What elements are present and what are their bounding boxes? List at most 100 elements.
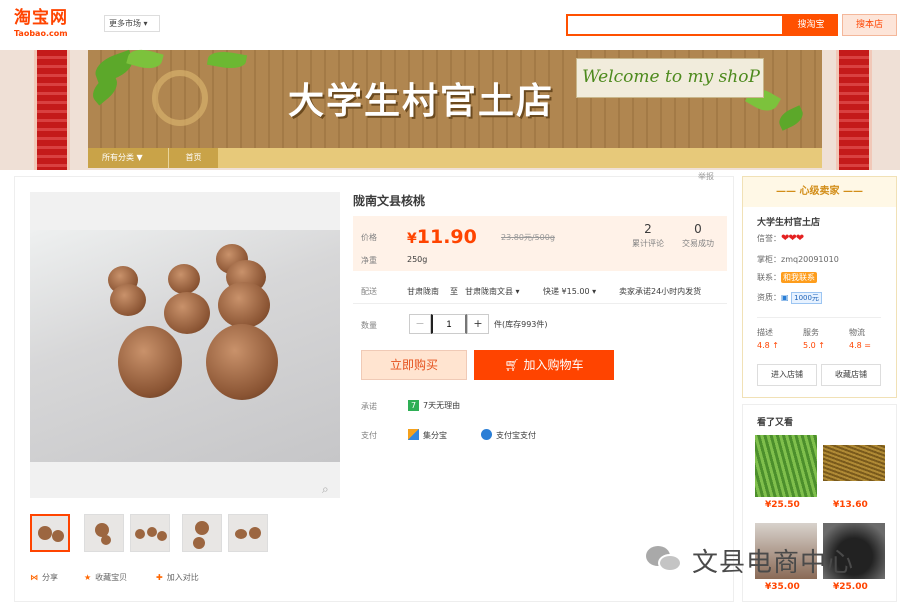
share-icon: ⋈ [30,573,38,582]
share-label: 分享 [42,573,58,582]
nav-home[interactable]: 首页 [168,148,218,168]
shop-name[interactable]: 大学生村官土店 [757,215,820,228]
product-title: 陇南文县核桃 [353,194,426,208]
also-viewed-item-image[interactable] [755,435,817,497]
thumbnail-4[interactable] [182,514,222,552]
watermark: 文县电商中心 [636,540,876,580]
alipay-icon [481,429,492,440]
owner-name: zmq20091010 [781,255,839,264]
id-card-icon: ▣ [781,293,792,302]
star-icon: ★ [84,573,92,582]
owner-label: 掌柜： [757,255,781,264]
quantity-input[interactable] [431,314,467,334]
also-viewed-price[interactable]: ¥25.00 [833,582,868,592]
dsr-value: 5.0 ↑ [803,341,825,350]
welcome-sign: Welcome to my shoP [576,58,764,98]
thumbnail-1[interactable] [30,514,70,552]
price-label: 价格 [361,233,377,242]
credit-label: 信誉： [757,234,781,243]
weight-value: 250g [407,255,428,264]
sales-count: 0 [694,222,702,236]
swirl-decor [152,70,208,126]
share-button[interactable]: ⋈ 分享 [30,572,58,583]
reviews-stat[interactable]: 2 累计评论 [625,222,671,249]
dsr-logistics: 物流 4.8 = [849,327,895,350]
seller-panel: —— 心级卖家 —— 大学生村官土店 信誉：❤❤❤ 掌柜：zmq20091010… [742,176,897,398]
divider [757,317,881,318]
wechat-icon [646,546,682,572]
chevron-down-icon: ▾ [592,287,597,296]
chevron-down-icon: ▾ [143,19,148,28]
shipping-select[interactable]: 快递 ¥15.00 ▾ [543,286,596,297]
dsr-label: 物流 [849,328,865,337]
price-amount: 11.90 [416,226,477,248]
leaf-decor [126,45,164,73]
nav-all-categories[interactable]: 所有分类 ▼ [88,148,168,168]
currency-symbol: ¥ [407,231,417,247]
thumbnail-5[interactable] [228,514,268,552]
quantity-label: 数量 [361,321,377,330]
walnut-photo [30,230,340,462]
qualification-row: 资质：▣ 1000元 [757,292,822,304]
dsr-value: 4.8 ↑ [757,341,779,350]
leaf-decor [775,105,807,131]
payment-alipay[interactable]: 支付宝支付 [481,429,536,441]
sales-label: 交易成功 [682,239,714,248]
search-taobao-button[interactable]: 搜淘宝 [784,14,838,36]
add-to-cart-button[interactable]: 🛒︎ 加入购物车 [474,350,614,380]
more-markets-label: 更多市场 [109,19,141,28]
pay-option2-label: 支付宝支付 [496,431,536,440]
quantity-decrease-button[interactable]: − [409,314,431,334]
taobao-logo[interactable]: 淘宝网 Taobao.com [14,8,90,42]
deposit-badge[interactable]: 1000元 [791,292,822,304]
unit-price: 23.80元/500g [501,233,555,242]
price-panel: 价格 ¥11.90 23.80元/500g 净重 250g 2 累计评论 0 交… [353,216,727,271]
jifenbao-icon [408,429,419,440]
seller-level-heading: —— 心级卖家 —— [743,177,896,207]
thumbnail-2[interactable] [84,514,124,552]
decor-pillar-left [34,50,70,170]
main-product-image[interactable]: ⌕ [30,192,340,498]
also-viewed-title: 看了又看 [757,418,794,428]
also-viewed-price[interactable]: ¥25.50 [765,500,800,510]
top-bar: 淘宝网 Taobao.com 更多市场 ▾ 搜淘宝 搜本店 [0,0,900,50]
search-input[interactable] [566,14,784,36]
banner-shop-title: 大学生村官土店 [288,81,555,122]
enter-shop-button[interactable]: 进入店铺 [757,364,817,386]
also-viewed-item-image[interactable] [823,445,885,481]
dsr-label: 服务 [803,328,819,337]
compare-label: 加入对比 [166,573,199,582]
promise-item[interactable]: 7 7天无理由 [408,400,460,411]
delivery-to-select[interactable]: 甘肃陇南文县 ▾ [465,286,520,297]
favorite-shop-button[interactable]: 收藏店铺 [821,364,881,386]
quantity-increase-button[interactable]: + [467,314,489,334]
delivery-to-label: 甘肃陇南文县 [465,287,513,296]
delivery-to-word: 至 [450,287,458,296]
search-icon[interactable]: ⌕ [322,482,329,497]
delivery-from: 甘肃陇南 [407,287,439,296]
delivery-label: 配送 [361,287,377,296]
favorite-label: 收藏宝贝 [95,573,128,582]
stock-text: 件(库存993件) [494,320,548,329]
favorite-item-button[interactable]: ★ 收藏宝贝 [84,572,127,583]
contact-row: 联系： 和我联系 [757,272,817,283]
also-viewed-price[interactable]: ¥13.60 [833,500,868,510]
sales-stat: 0 交易成功 [675,222,721,249]
search-store-button[interactable]: 搜本店 [842,14,897,36]
dsr-description: 描述 4.8 ↑ [757,327,803,350]
buy-now-button[interactable]: 立即购买 [361,350,467,380]
dsr-service: 服务 5.0 ↑ [803,327,849,350]
also-viewed-price[interactable]: ¥35.00 [765,582,800,592]
shop-nav: 所有分类 ▼ 首页 [88,148,822,168]
more-markets-dropdown[interactable]: 更多市场 ▾ [104,15,160,32]
thumbnail-3[interactable] [130,514,170,552]
decor-pillar-right [836,50,872,170]
contact-label: 联系： [757,273,781,282]
wangwang-contact-button[interactable]: 和我联系 [781,272,817,283]
report-link[interactable]: 举报 [698,171,714,182]
chevron-down-icon: ▾ [515,287,520,296]
add-compare-button[interactable]: ✚ 加入对比 [156,572,199,583]
logo-cn: 淘宝网 [14,8,68,28]
credit-row: 信誉：❤❤❤ [757,233,804,244]
payment-jifenbao[interactable]: 集分宝 [408,429,447,441]
